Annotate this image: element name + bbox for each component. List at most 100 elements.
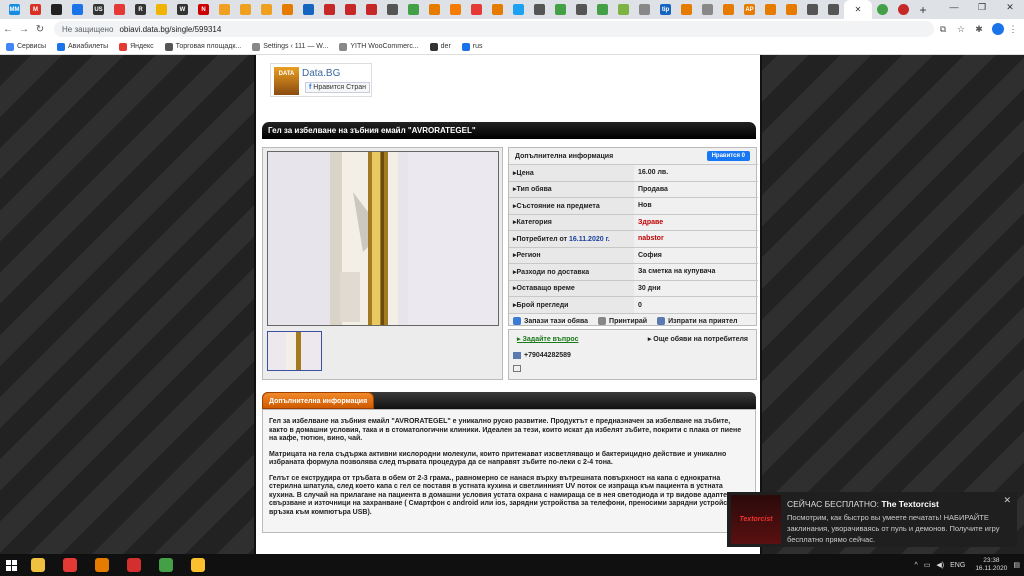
ask-question-link[interactable]: ▸ Задайте въпрос (517, 335, 578, 343)
tab-favicon (877, 4, 888, 15)
browser-tab[interactable] (592, 0, 613, 19)
bookmark-item[interactable]: Сервисы (6, 42, 46, 51)
browser-tab[interactable] (571, 0, 592, 19)
taskbar-app-utorrent[interactable] (150, 554, 182, 576)
browser-tab[interactable] (235, 0, 256, 19)
browser-tab[interactable] (445, 0, 466, 19)
browser-tab[interactable] (508, 0, 529, 19)
browser-tab[interactable] (893, 0, 914, 19)
browser-tab[interactable]: US (88, 0, 109, 19)
minimize-icon[interactable]: — (940, 0, 968, 19)
browser-tab[interactable] (424, 0, 445, 19)
new-tab-button[interactable]: + (914, 3, 932, 17)
browser-tab[interactable] (676, 0, 697, 19)
browser-tab[interactable] (823, 0, 844, 19)
active-tab[interactable]: ✕ (844, 0, 872, 19)
fb-page-like-button[interactable]: f Нравится Стран (305, 82, 371, 93)
photo-thumbnail[interactable] (267, 331, 322, 371)
maximize-icon[interactable]: ❐ (968, 0, 996, 19)
browser-tab[interactable] (214, 0, 235, 19)
browser-tab[interactable] (529, 0, 550, 19)
browser-tab[interactable]: W (172, 0, 193, 19)
menu-icon[interactable]: ⋮ (1004, 24, 1022, 35)
back-icon[interactable]: ← (0, 24, 16, 35)
browser-tab[interactable] (319, 0, 340, 19)
bookmark-item[interactable]: Settings ‹ 111 — W... (252, 42, 328, 51)
language-indicator[interactable]: ENG (950, 562, 965, 569)
taskbar-app-opera[interactable] (118, 554, 150, 576)
browser-tab[interactable] (298, 0, 319, 19)
browser-tab[interactable] (718, 0, 739, 19)
category-link[interactable]: Здраве (634, 213, 758, 231)
browser-tab[interactable] (67, 0, 88, 19)
address-bar[interactable]: Не защищено obiavi.data.bg/single/599314 (54, 21, 934, 37)
browser-tab[interactable] (872, 0, 893, 19)
bookmark-item[interactable]: rus (461, 42, 483, 51)
fb-like-button[interactable]: Нравится 0 (706, 151, 750, 161)
browser-tab[interactable] (697, 0, 718, 19)
email-contact[interactable] (509, 359, 756, 374)
clock[interactable]: 23:38 16.11.2020 (975, 557, 1007, 573)
bookmark-item[interactable]: YITH WooCommerc... (339, 42, 419, 51)
notifications-icon[interactable]: ▤ (1013, 561, 1020, 569)
send-to-friend-button[interactable]: Изпрати на приятел (657, 317, 737, 325)
browser-tab[interactable]: M (25, 0, 46, 19)
start-button[interactable] (0, 554, 22, 576)
browser-tab[interactable] (256, 0, 277, 19)
browser-tab[interactable] (109, 0, 130, 19)
taskbar-app-explorer[interactable] (22, 554, 54, 576)
more-ads-link[interactable]: ▸ Още обяви на потребителя (648, 335, 748, 343)
arrow-icon (282, 4, 293, 15)
browser-tab[interactable] (760, 0, 781, 19)
orange-icon (765, 4, 776, 15)
reload-icon[interactable]: ↻ (32, 24, 48, 35)
bookmark-item[interactable]: Торговая площадк... (164, 42, 241, 51)
translate-icon[interactable]: ⧉ (934, 24, 952, 35)
extensions-icon[interactable]: ✱ (970, 24, 988, 35)
network-icon[interactable]: ▭ (924, 561, 931, 569)
browser-tab[interactable] (340, 0, 361, 19)
star-icon[interactable]: ☆ (952, 24, 970, 35)
close-icon[interactable]: ✕ (1003, 495, 1011, 506)
forward-icon[interactable]: → (16, 24, 32, 35)
taskbar-app-chrome[interactable] (182, 554, 214, 576)
browser-tab[interactable] (277, 0, 298, 19)
taskbar-app-paint[interactable] (86, 554, 118, 576)
browser-tab[interactable] (802, 0, 823, 19)
browser-tab[interactable]: ММ (4, 0, 25, 19)
close-tab-icon[interactable]: ✕ (855, 5, 862, 14)
browser-tab[interactable]: N (193, 0, 214, 19)
site-logo-box[interactable]: DATA Data.BG f Нравится Стран (270, 63, 372, 97)
browser-tab[interactable] (361, 0, 382, 19)
bookmark-item[interactable]: Авиабилеты (57, 42, 108, 51)
bookmark-item[interactable]: Яндекс (119, 42, 154, 51)
main-product-photo[interactable] (267, 151, 499, 326)
browser-tab[interactable] (550, 0, 571, 19)
avatar[interactable] (992, 23, 1004, 35)
browser-tab[interactable] (634, 0, 655, 19)
browser-tab[interactable] (487, 0, 508, 19)
browser-tab[interactable] (151, 0, 172, 19)
browser-tab[interactable] (382, 0, 403, 19)
browser-tab[interactable]: AP (739, 0, 760, 19)
close-icon[interactable]: ✕ (996, 0, 1024, 19)
browser-tab[interactable] (466, 0, 487, 19)
browser-tab[interactable]: tip (655, 0, 676, 19)
browser-tab[interactable]: R (130, 0, 151, 19)
tab-description[interactable]: Допълнителна информация (262, 392, 375, 409)
browser-tab[interactable] (781, 0, 802, 19)
volume-icon[interactable]: ◀) (936, 561, 944, 569)
notification-toast[interactable]: Textorcist СЕЙЧАС БЕСПЛАТНО: The Textorc… (727, 492, 1017, 547)
table-row: Оставащо време30 дни (509, 279, 758, 297)
browser-tab[interactable] (403, 0, 424, 19)
browser-tab[interactable] (46, 0, 67, 19)
print-button[interactable]: Принтирай (598, 317, 647, 325)
save-ad-button[interactable]: Запази тази обява (513, 317, 588, 325)
description-paragraph: Гел за избелване на зъбния емайл "AVRORA… (269, 418, 742, 442)
seller-link[interactable]: nabstor (634, 230, 758, 247)
browser-tab[interactable] (613, 0, 634, 19)
bookmark-item[interactable]: der (429, 42, 451, 51)
taskbar-app-yandex-browser[interactable] (54, 554, 86, 576)
security-label: Не защищено (62, 24, 114, 34)
chevron-up-icon[interactable]: ^ (915, 562, 918, 569)
